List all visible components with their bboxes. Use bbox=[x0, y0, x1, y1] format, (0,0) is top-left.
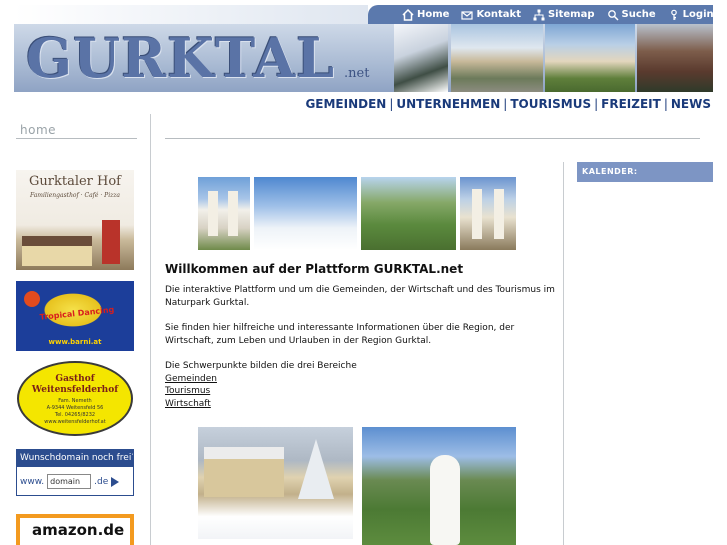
sidebar-divider bbox=[16, 138, 137, 139]
house-icon bbox=[402, 8, 414, 21]
ad-hof-sign-image bbox=[102, 220, 120, 264]
domain-input[interactable]: domain bbox=[47, 474, 92, 489]
right-column-divider bbox=[563, 162, 564, 545]
banner-photo-brass-band bbox=[637, 24, 713, 92]
key-icon bbox=[670, 9, 677, 20]
site-logo-suffix: .net bbox=[344, 66, 370, 81]
page-title: Willkommen auf der Plattform GURKTAL.net bbox=[165, 262, 464, 276]
topnav-home-label: Home bbox=[417, 9, 450, 20]
topnav-sitemap[interactable]: Sitemap bbox=[533, 9, 595, 21]
ad-gasthof-detail: Fam. Nemeth bbox=[58, 398, 92, 404]
info-paragraph: Sie finden hier hilfreiche und interessa… bbox=[165, 323, 515, 346]
ad-gurktaler-hof[interactable]: Gurktaler Hof Familiengasthof · Café · P… bbox=[16, 170, 134, 270]
photo-castle-aerial bbox=[361, 177, 456, 250]
intro-paragraph: Die interaktive Plattform und um die Gem… bbox=[165, 285, 555, 308]
main-nav: GEMEINDEN | UNTERNEHMEN | TOURISMUS | FREIZEIT… bbox=[305, 97, 711, 111]
link-tourismus[interactable]: Tourismus bbox=[165, 385, 555, 398]
ad-gasthof-line1: Gasthof bbox=[55, 374, 95, 384]
link-wirtschaft[interactable]: Wirtschaft bbox=[165, 398, 555, 411]
church-tower-shape bbox=[494, 189, 504, 239]
banner-photo-cathedral bbox=[545, 24, 635, 92]
calendar-heading: KALENDER: bbox=[577, 162, 713, 182]
photo-bride-meadow bbox=[362, 427, 516, 545]
mainnav-separator: | bbox=[389, 97, 394, 111]
link-gemeinden[interactable]: Gemeinden bbox=[165, 373, 555, 386]
topnav-login-label: Login bbox=[682, 9, 714, 20]
ad-domain-row: www. domain .de bbox=[20, 474, 120, 489]
ad-bar-url: www.barni.at bbox=[48, 338, 102, 346]
topnav-login[interactable]: Login bbox=[668, 9, 714, 21]
play-arrow-icon[interactable] bbox=[111, 476, 120, 487]
barni-logo-icon bbox=[24, 291, 40, 307]
photo-ski-lift bbox=[254, 177, 357, 250]
mainnav-news[interactable]: NEWS bbox=[671, 97, 711, 111]
amazon-logo: amazon.de bbox=[32, 521, 125, 539]
sitemap-icon bbox=[533, 9, 545, 20]
ad-domain-check: Wunschdomain noch frei? www. domain .de bbox=[16, 449, 134, 496]
ad-hof-title: Gurktaler Hof bbox=[29, 174, 121, 189]
ad-weitensfelderhof[interactable]: Gasthof Weitensfelderhof Fam. Nemeth A-9… bbox=[16, 361, 134, 436]
house-shape bbox=[204, 447, 284, 497]
ad-gasthof-detail: Tel. 04265/8232 bbox=[54, 412, 96, 418]
topnav-kontakt-label: Kontakt bbox=[476, 9, 521, 20]
mainnav-separator: | bbox=[594, 97, 599, 111]
mainnav-separator: | bbox=[503, 97, 508, 111]
ad-gasthof-line2: Weitensfelderhof bbox=[31, 385, 119, 395]
content-divider bbox=[165, 138, 700, 139]
church-tower-shape bbox=[472, 189, 482, 239]
topnav-suche-label: Suche bbox=[621, 9, 656, 20]
church-tower-shape bbox=[208, 191, 218, 236]
ad-amazon[interactable]: amazon.de bbox=[16, 514, 134, 545]
top-nav: Home Kontakt Sitemap Suche Login bbox=[368, 5, 714, 24]
bride-figure-shape bbox=[430, 455, 460, 545]
ad-domain-prefix: www. bbox=[20, 476, 45, 487]
banner-photo-winter-forest bbox=[394, 24, 448, 92]
photo-church-towers bbox=[198, 177, 250, 250]
topnav-kontakt[interactable]: Kontakt bbox=[461, 9, 521, 21]
ad-hof-subtitle: Familiengasthof · Café · Pizza bbox=[29, 192, 121, 199]
topnav-home[interactable]: Home bbox=[402, 8, 450, 21]
ad-gasthof-detail: A-9344 Weitensfeld 56 bbox=[46, 405, 104, 411]
envelope-icon bbox=[461, 10, 474, 20]
sidebar-home-label[interactable]: home bbox=[20, 123, 56, 137]
banner-photo-castle-courtyard bbox=[451, 24, 543, 92]
focus-areas-intro: Die Schwerpunkte bilden die drei Bereich… bbox=[165, 361, 357, 371]
ad-gasthof-detail: www.weitensfelderhof.at bbox=[44, 419, 106, 425]
mainnav-unternehmen[interactable]: UNTERNEHMEN bbox=[396, 97, 500, 111]
ad-barni-dancing[interactable]: Tropical Dancing www.barni.at bbox=[16, 281, 134, 351]
snowy-tree-shape bbox=[298, 439, 334, 499]
magnifier-icon bbox=[607, 9, 619, 21]
site-logo[interactable]: GURKTAL bbox=[26, 26, 335, 90]
topnav-sitemap-label: Sitemap bbox=[547, 9, 595, 20]
topnav-suche[interactable]: Suche bbox=[607, 9, 656, 21]
header-banner: GURKTAL .net bbox=[14, 24, 713, 92]
header-strip bbox=[14, 5, 368, 24]
church-tower-shape bbox=[228, 191, 238, 236]
ad-hof-building-image bbox=[22, 236, 92, 266]
focus-areas: Die Schwerpunkte bilden die drei Bereich… bbox=[165, 360, 555, 411]
photo-winter-village bbox=[198, 427, 353, 539]
left-column-divider bbox=[150, 114, 151, 545]
ad-amazon-panel: amazon.de bbox=[20, 518, 130, 545]
page: Home Kontakt Sitemap Suche Login GURKTAL… bbox=[0, 0, 727, 545]
mainnav-separator: | bbox=[663, 97, 668, 111]
photo-cathedral bbox=[460, 177, 516, 250]
mainnav-freizeit[interactable]: FREIZEIT bbox=[601, 97, 661, 111]
mainnav-gemeinden[interactable]: GEMEINDEN bbox=[305, 97, 386, 111]
ad-domain-heading: Wunschdomain noch frei? bbox=[17, 450, 133, 467]
ad-domain-suffix: .de bbox=[94, 476, 109, 487]
mainnav-tourismus[interactable]: TOURISMUS bbox=[510, 97, 591, 111]
ad-gasthof-details: Fam. Nemeth A-9344 Weitensfeld 56 Tel. 0… bbox=[16, 398, 134, 426]
